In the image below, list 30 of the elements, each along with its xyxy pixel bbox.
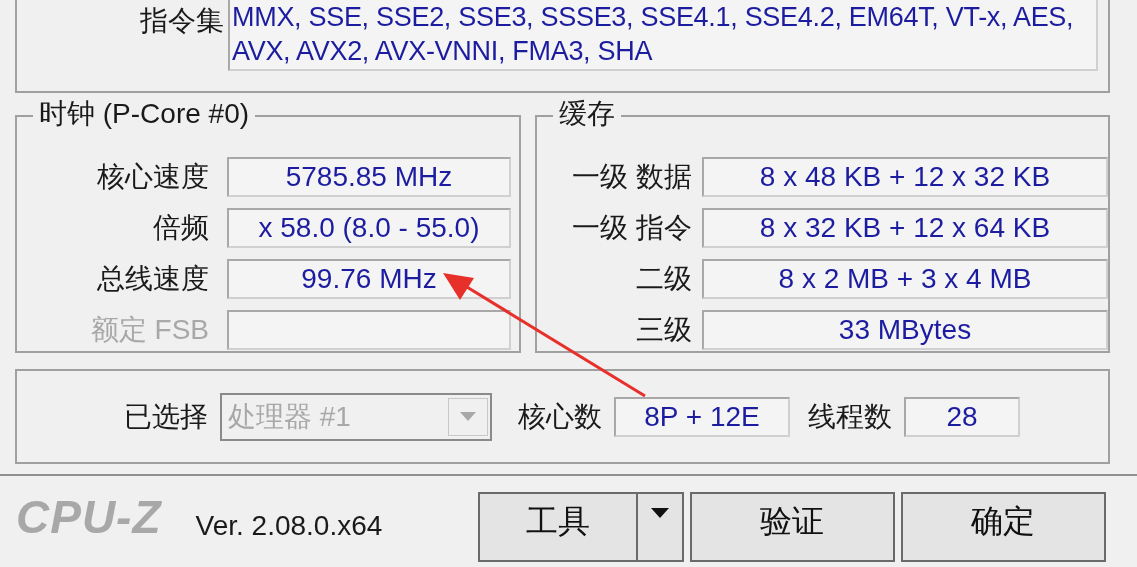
value-field: 8 x 48 KB + 12 x 32 KB [702, 156, 1108, 197]
cores-field: 8P + 12E [614, 396, 790, 437]
field-label: 二级 [635, 261, 693, 296]
value-field: x 58.0 (8.0 - 55.0) [227, 207, 511, 248]
value-field: 8 x 2 MB + 3 x 4 MB [702, 258, 1108, 299]
field-label: 额定 FSB [89, 312, 210, 347]
caret-icon [460, 412, 476, 421]
field-label: 一级 数据 [571, 159, 693, 194]
field-label: 核心速度 [96, 159, 210, 194]
field-label: 总线速度 [96, 261, 210, 296]
cores-label: 核心数 [518, 399, 602, 434]
value-field: 8 x 32 KB + 12 x 64 KB [702, 207, 1108, 248]
field-label: 三级 [635, 312, 693, 347]
field-label: 一级 指令 [571, 210, 693, 245]
value-field: 99.76 MHz [227, 258, 511, 299]
instructions-label: 指令集 [139, 4, 225, 38]
caret-icon [650, 508, 669, 518]
field-label: 倍频 [152, 210, 210, 245]
tools-dropdown-button[interactable] [635, 492, 684, 562]
dialog-button[interactable]: 验证 [689, 492, 895, 562]
value-field: 33 MBytes [702, 309, 1108, 350]
instructions-field: MMX, SSE, SSE2, SSE3, SSSE3, SSE4.1, SSE4.2, EM64T, VT-x, AES, AVX, AVX2, AVX-VNNI, FMA3, SHA [228, 0, 1098, 71]
dialog-button[interactable]: 确定 [900, 492, 1106, 562]
value-field: 5785.85 MHz [227, 156, 511, 197]
version-text: Ver. 2.08.0.x64 [195, 510, 384, 542]
threads-label: 线程数 [808, 399, 892, 434]
app-logo: CPU-Z [16, 490, 162, 544]
selection-label: 已选择 [123, 399, 209, 434]
threads-field: 28 [904, 396, 1020, 437]
tools-button[interactable]: 工具 [477, 492, 638, 562]
